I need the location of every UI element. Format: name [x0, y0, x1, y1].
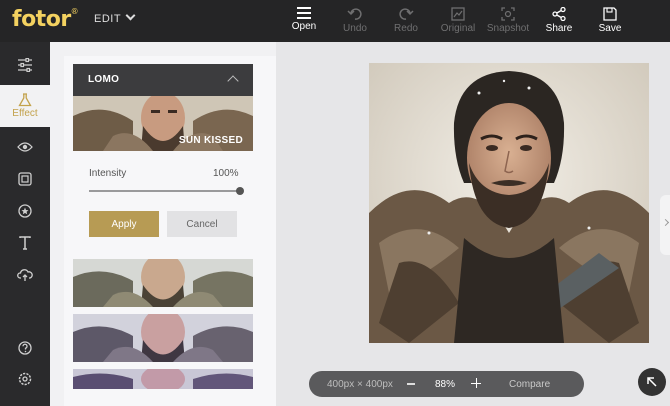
top-toolbar: fotor® EDIT Open Undo Redo Original Snap…: [0, 0, 670, 42]
right-panel-toggle[interactable]: [660, 195, 670, 255]
intensity-label: Intensity: [89, 168, 127, 179]
portrait-thumbnail-image: [73, 259, 253, 307]
effect-name-label: SUN KISSED: [178, 135, 243, 146]
apply-button[interactable]: Apply: [89, 211, 159, 237]
sticker-icon: [18, 204, 32, 218]
edited-photo[interactable]: [369, 63, 649, 343]
eye-icon: [17, 142, 33, 152]
sidebar-item-stickers[interactable]: [0, 196, 50, 226]
sidebar-item-frames[interactable]: [0, 164, 50, 194]
share-icon: [552, 7, 566, 21]
share-button[interactable]: Share: [542, 0, 576, 42]
undo-button[interactable]: Undo: [340, 0, 370, 42]
sidebar-item-beauty[interactable]: [0, 132, 50, 162]
zoom-out-button[interactable]: [407, 383, 415, 385]
effect-thumbnail[interactable]: [73, 369, 253, 389]
undo-icon: [347, 8, 362, 20]
menu-icon: [297, 7, 311, 19]
fotor-editor: fotor® EDIT Open Undo Redo Original Snap…: [0, 0, 670, 406]
sidebar-item-adjust[interactable]: [0, 50, 50, 80]
original-icon: [451, 7, 465, 21]
portrait-thumbnail-image: [73, 314, 253, 362]
collapse-button[interactable]: [638, 368, 666, 396]
redo-icon: [399, 8, 414, 20]
zoom-in-button[interactable]: [471, 378, 481, 388]
settings-icon: [18, 372, 32, 386]
sidebar-item-help[interactable]: [0, 333, 50, 363]
chevron-right-icon: [661, 218, 670, 227]
intensity-slider[interactable]: [89, 187, 244, 195]
effect-category-header[interactable]: LOMO: [73, 64, 253, 96]
adjust-icon: [18, 58, 32, 72]
portrait-photo-image: [369, 63, 649, 343]
flask-icon: [18, 93, 32, 107]
edit-mode-dropdown[interactable]: EDIT: [94, 10, 136, 25]
sidebar-item-cloud[interactable]: [0, 260, 50, 290]
sidebar-item-settings[interactable]: [0, 364, 50, 394]
effect-thumbnail-sun-kissed[interactable]: SUN KISSED: [73, 96, 253, 151]
sidebar-item-text[interactable]: [0, 228, 50, 258]
chevron-up-icon: [227, 75, 239, 87]
original-button[interactable]: Original: [437, 0, 479, 42]
image-dimensions: 400px × 400px: [327, 379, 393, 390]
zoom-bar: 400px × 400px 88% Compare: [309, 371, 584, 397]
portrait-thumbnail-image: [73, 369, 253, 389]
sidebar-item-effect[interactable]: Effect: [0, 85, 50, 127]
compare-button[interactable]: Compare: [509, 379, 550, 390]
snapshot-icon: [501, 7, 515, 21]
save-button[interactable]: Save: [595, 0, 625, 42]
chevron-down-icon: [125, 10, 136, 21]
intensity-slider-fill: [89, 190, 240, 192]
left-sidebar: Effect: [0, 42, 50, 406]
snapshot-button[interactable]: Snapshot: [485, 0, 531, 42]
open-button[interactable]: Open: [289, 0, 319, 42]
cancel-button[interactable]: Cancel: [167, 211, 237, 237]
arrow-up-left-icon: [647, 377, 657, 387]
effect-thumbnail[interactable]: [73, 259, 253, 307]
zoom-level: 88%: [435, 379, 456, 390]
frame-icon: [18, 172, 32, 186]
redo-button[interactable]: Redo: [391, 0, 421, 42]
fotor-logo[interactable]: fotor®: [12, 7, 79, 32]
intensity-slider-knob[interactable]: [236, 187, 244, 195]
save-icon: [603, 7, 617, 21]
help-icon: [18, 341, 32, 355]
effect-thumbnail[interactable]: [73, 314, 253, 362]
intensity-value: 100%: [213, 168, 239, 179]
cloud-icon: [17, 269, 33, 281]
text-icon: [19, 236, 31, 250]
